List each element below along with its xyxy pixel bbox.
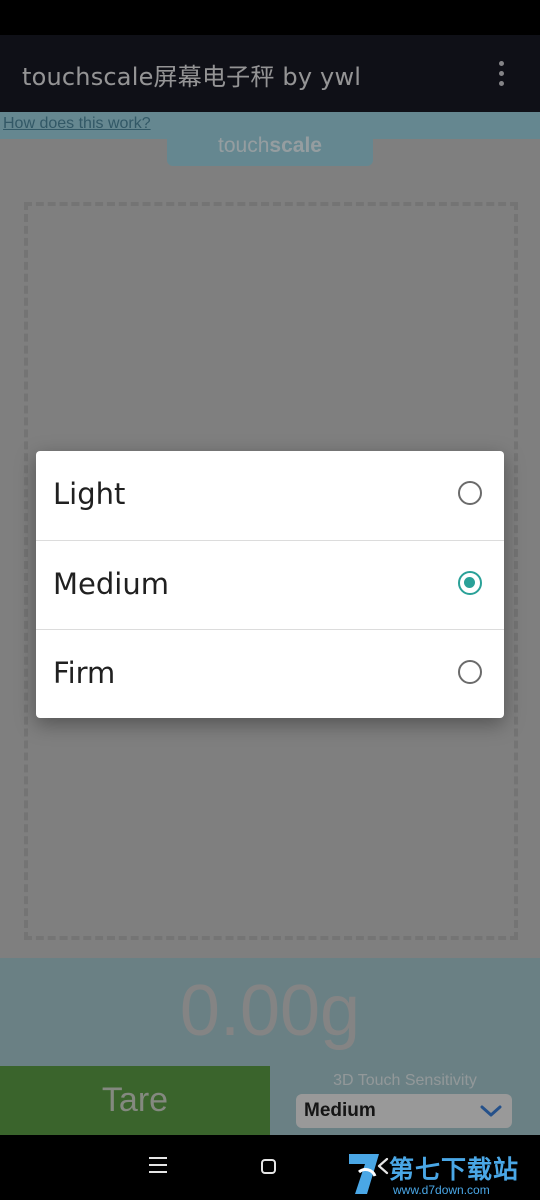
radio-checked-icon[interactable] [458,571,482,595]
d7-logo-icon [349,1154,379,1194]
option-firm[interactable]: Firm [36,629,504,718]
option-label: Light [53,477,126,511]
option-light[interactable]: Light [36,451,504,540]
option-label: Firm [53,656,116,690]
watermark: 第七下载站 www.d7down.com [345,1150,540,1200]
option-medium[interactable]: Medium [36,540,504,630]
home-icon[interactable] [261,1159,276,1174]
radio-unchecked-icon[interactable] [458,660,482,684]
watermark-url: www.d7down.com [393,1183,490,1197]
sensitivity-dialog: Light Medium Firm [36,451,504,718]
recent-apps-icon[interactable] [149,1157,167,1173]
watermark-cn: 第七下载站 [389,1155,520,1184]
radio-unchecked-icon[interactable] [458,481,482,505]
option-label: Medium [53,567,169,601]
